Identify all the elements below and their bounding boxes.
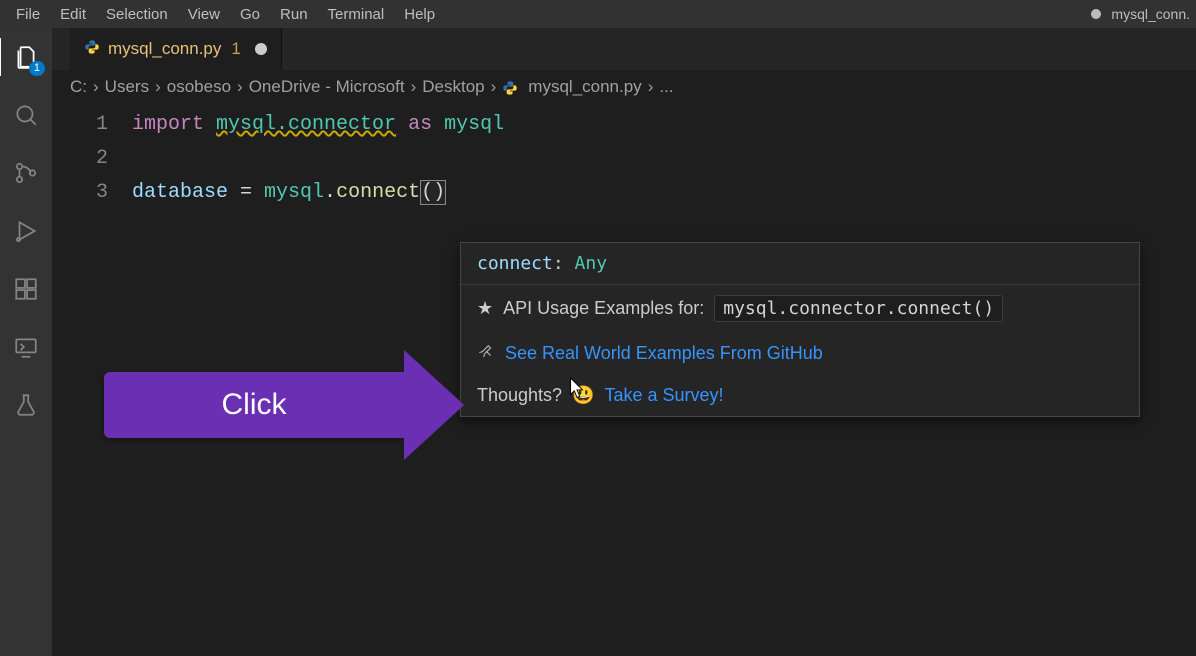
tab-filename: mysql_conn.py: [108, 39, 221, 59]
thoughts-label: Thoughts?: [477, 385, 562, 406]
api-usage-label: API Usage Examples for:: [503, 298, 704, 319]
code-lines[interactable]: import mysql.connector as mysql database…: [132, 108, 1196, 210]
chevron-right-icon: ›: [411, 77, 417, 97]
alias-name: mysql: [444, 113, 504, 136]
signature-colon: :: [553, 253, 575, 274]
explorer-icon[interactable]: 1: [11, 42, 41, 72]
source-control-icon[interactable]: [11, 158, 41, 188]
python-file-icon: [84, 39, 100, 60]
mouse-pointer-icon: [566, 376, 588, 407]
code-editor[interactable]: 1 2 3 import mysql.connector as mysql da…: [52, 104, 1196, 210]
line-number: 3: [52, 176, 108, 210]
activity-bar: 1: [0, 28, 52, 656]
parentheses: (): [420, 180, 446, 205]
function-name: connect: [336, 181, 420, 204]
keyword-import: import: [132, 113, 204, 136]
chevron-right-icon: ›: [237, 77, 243, 97]
dot-operator: .: [324, 181, 336, 204]
menu-run[interactable]: Run: [270, 4, 318, 25]
chevron-right-icon: ›: [155, 77, 161, 97]
chevron-right-icon: ›: [648, 77, 654, 97]
dirty-indicator-dot-icon: [1091, 9, 1101, 19]
annotation-arrow: Click: [104, 350, 464, 460]
breadcrumb-segment[interactable]: Users: [105, 77, 149, 97]
tab-dirty-close-icon[interactable]: [255, 43, 267, 55]
extensions-icon[interactable]: [11, 274, 41, 304]
remote-explorer-icon[interactable]: [11, 332, 41, 362]
editor-tabs: mysql_conn.py 1: [52, 28, 1196, 70]
breadcrumb-segment[interactable]: osobeso: [167, 77, 231, 97]
explorer-badge: 1: [29, 61, 45, 76]
signature-name: connect: [477, 253, 553, 274]
code-line[interactable]: import mysql.connector as mysql: [132, 108, 1196, 142]
breadcrumb-segment[interactable]: OneDrive - Microsoft: [249, 77, 405, 97]
search-icon[interactable]: [11, 100, 41, 130]
menu-edit[interactable]: Edit: [50, 4, 96, 25]
breadcrumb-tail[interactable]: ...: [659, 77, 673, 97]
code-line[interactable]: database = mysql.connect(): [132, 176, 1196, 210]
arrow-head-icon: [404, 350, 464, 460]
menu-file[interactable]: File: [6, 4, 50, 25]
line-number: 2: [52, 142, 108, 176]
breadcrumb-file[interactable]: mysql_conn.py: [528, 77, 641, 97]
run-debug-icon[interactable]: [11, 216, 41, 246]
hover-survey-row: Thoughts? 😃 Take a Survey!: [461, 375, 1139, 416]
tab-mysql-conn[interactable]: mysql_conn.py 1: [70, 28, 282, 70]
hover-api-usage: ★ API Usage Examples for: mysql.connecto…: [461, 284, 1139, 332]
api-usage-token: mysql.connector.connect(): [714, 295, 1003, 322]
breadcrumb[interactable]: C: › Users › osobeso › OneDrive - Micros…: [52, 70, 1196, 104]
signature-type: Any: [575, 253, 608, 274]
menu-view[interactable]: View: [178, 4, 230, 25]
testing-icon[interactable]: [11, 390, 41, 420]
menu-help[interactable]: Help: [394, 4, 445, 25]
tab-modified-count: 1: [231, 39, 240, 59]
window-title: mysql_conn.: [1111, 6, 1190, 22]
annotation-label: Click: [104, 372, 404, 438]
star-icon: ★: [477, 298, 493, 319]
line-number-gutter: 1 2 3: [52, 108, 132, 210]
breadcrumb-segment[interactable]: Desktop: [422, 77, 484, 97]
menu-bar: File Edit Selection View Go Run Terminal…: [0, 0, 1196, 28]
see-examples-link[interactable]: See Real World Examples From GitHub: [505, 343, 823, 364]
variable-name: database: [132, 181, 228, 204]
operator: =: [228, 181, 264, 204]
editor-area: mysql_conn.py 1 C: › Users › osobeso › O…: [52, 28, 1196, 656]
code-line[interactable]: [132, 142, 1196, 176]
keyword-as: as: [408, 113, 432, 136]
hover-examples-row: See Real World Examples From GitHub: [461, 332, 1139, 375]
chevron-right-icon: ›: [93, 77, 99, 97]
object-name: mysql: [264, 181, 324, 204]
chevron-right-icon: ›: [491, 77, 497, 97]
titlebar-right: mysql_conn.: [1091, 6, 1190, 22]
telescope-icon: [477, 342, 495, 365]
module-name: mysql.connector: [216, 113, 396, 136]
menu-terminal[interactable]: Terminal: [318, 4, 395, 25]
hover-signature: connect: Any: [461, 243, 1139, 284]
line-number: 1: [52, 108, 108, 142]
breadcrumb-segment[interactable]: C:: [70, 77, 87, 97]
menu-go[interactable]: Go: [230, 4, 270, 25]
take-survey-link[interactable]: Take a Survey!: [604, 385, 723, 406]
python-file-icon: [502, 77, 522, 97]
hover-tooltip: connect: Any ★ API Usage Examples for: m…: [460, 242, 1140, 417]
menu-selection[interactable]: Selection: [96, 4, 178, 25]
